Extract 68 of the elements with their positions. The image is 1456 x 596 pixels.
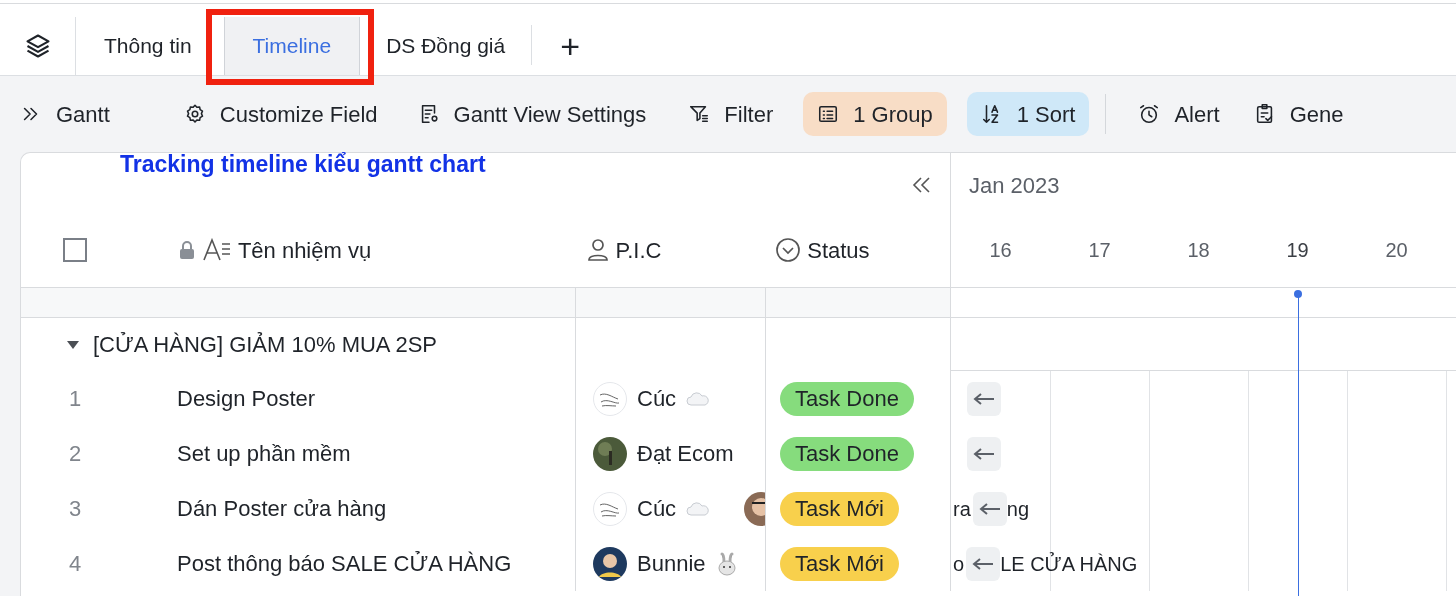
person-name: Đạt Ecom xyxy=(637,440,734,468)
person-name: Cúc xyxy=(637,495,677,523)
rabbit-icon xyxy=(715,551,738,576)
tab[interactable]: DS Đồng giá xyxy=(378,17,514,75)
left-arrow-icon xyxy=(973,447,995,460)
left-arrow-icon xyxy=(972,557,995,570)
column-header: Tên nhiệm vụ xyxy=(237,236,372,265)
lock-icon xyxy=(177,240,196,260)
toolbar-button[interactable]: Filter xyxy=(688,92,774,136)
task-name: Design Poster xyxy=(176,385,316,413)
bar-label: ra xyxy=(953,496,972,522)
row-number: 1 xyxy=(68,385,83,413)
day-label: 17 xyxy=(1087,238,1112,263)
chevron-circle-icon xyxy=(775,237,802,263)
scroll-to-bar-button[interactable] xyxy=(972,491,1007,526)
group-label: [CỬA HÀNG] GIẢM 10% MUA 2SP xyxy=(93,331,437,359)
row-number: 2 xyxy=(68,440,83,468)
toolbar-button[interactable]: Gantt xyxy=(20,92,110,136)
day-label: 19 xyxy=(1285,238,1310,263)
avatar xyxy=(593,546,627,581)
toolbar-button[interactable]: 1 Sort xyxy=(966,92,1090,136)
left-arrow-icon xyxy=(978,502,1001,515)
person-name: Bunnie xyxy=(637,550,706,578)
cloud-icon xyxy=(686,501,711,516)
person-icon xyxy=(587,238,610,262)
toolbar-button[interactable]: Gene xyxy=(1253,92,1344,136)
day-label: 20 xyxy=(1384,238,1409,263)
bar-label: o xyxy=(953,551,966,577)
status-tag: Task Done xyxy=(780,381,914,416)
scroll-to-bar-button[interactable] xyxy=(966,546,1001,581)
column-header: P.I.C xyxy=(615,236,662,265)
task-name: Set up phần mềm xyxy=(176,440,351,468)
left-arrow-icon xyxy=(973,392,995,405)
task-name: Post thông báo SALE CỬA HÀNG xyxy=(176,550,512,578)
avatar xyxy=(593,381,627,416)
scroll-to-bar-button[interactable] xyxy=(967,436,1001,471)
tab[interactable]: Thông tin xyxy=(96,17,200,75)
avatar xyxy=(593,436,627,471)
tab[interactable]: Timeline xyxy=(223,17,361,75)
add-tab-button[interactable]: + xyxy=(532,17,609,75)
annotation-note: Tracking timeline kiểu gantt chart xyxy=(120,150,486,179)
toolbar-button[interactable]: 1 Group xyxy=(803,92,947,136)
toolbar-button[interactable]: Gantt View Settings xyxy=(417,92,647,136)
filter-icon xyxy=(688,103,711,125)
task-name: Dán Poster cửa hàng xyxy=(176,495,387,523)
layers-icon[interactable] xyxy=(23,32,52,60)
month-label: Jan 2023 xyxy=(969,171,1060,200)
cloud-icon xyxy=(686,391,711,406)
text-field-icon xyxy=(201,238,232,262)
toolbar-button[interactable]: Alert xyxy=(1138,92,1220,136)
status-tag: Task Mới xyxy=(780,546,899,581)
status-tag: Task Done xyxy=(780,436,914,471)
column-header: Status xyxy=(807,236,870,265)
select-all-checkbox[interactable] xyxy=(63,238,87,262)
day-label: 18 xyxy=(1186,238,1211,263)
scroll-to-bar-button[interactable] xyxy=(967,381,1001,416)
avatar xyxy=(743,491,765,527)
person-name: Cúc xyxy=(637,385,677,413)
row-number: 4 xyxy=(68,550,83,578)
list-icon xyxy=(817,103,840,125)
row-number: 3 xyxy=(68,495,83,523)
bar-label: LE CỬA HÀNG xyxy=(1000,551,1138,577)
toolbar-button[interactable]: Customize Field xyxy=(183,92,378,136)
avatar xyxy=(593,491,627,526)
alarm-clock-icon xyxy=(1138,103,1161,125)
status-tag: Task Mới xyxy=(780,491,899,526)
day-label: 16 xyxy=(988,238,1013,263)
bar-label: ng xyxy=(1006,496,1030,522)
